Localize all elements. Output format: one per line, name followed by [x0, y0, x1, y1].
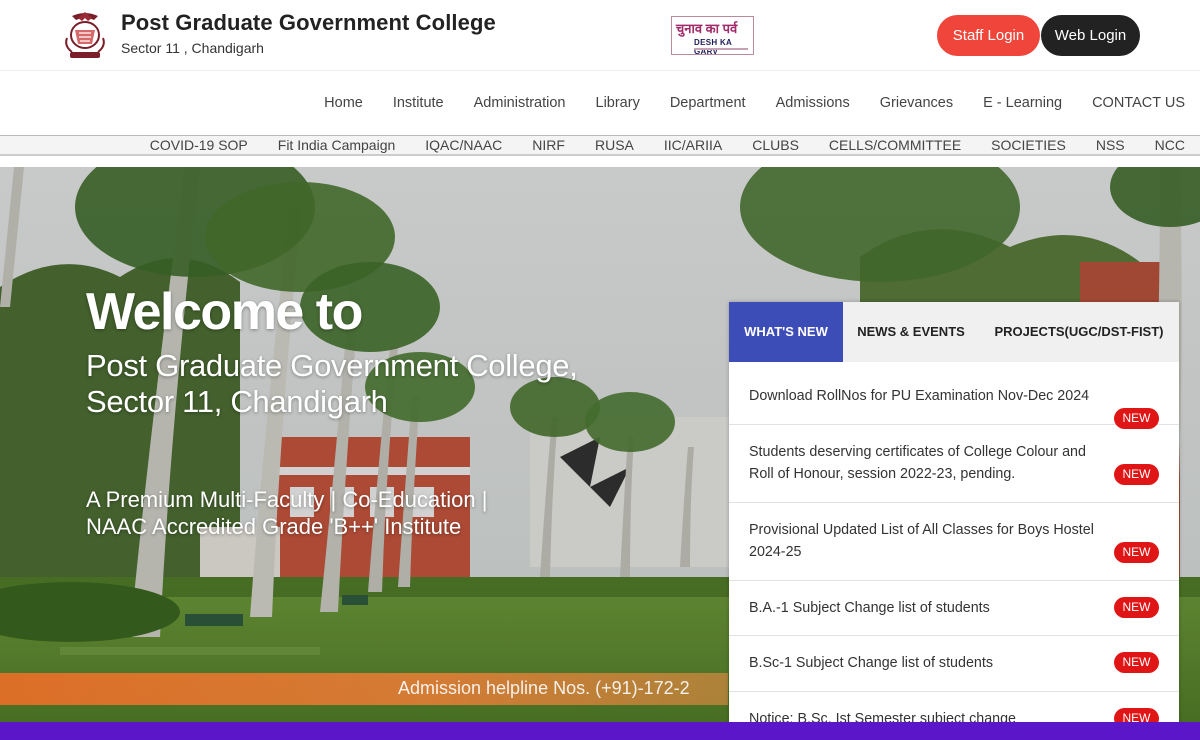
new-badge: NEW [1114, 542, 1159, 563]
election-banner-underline [694, 48, 748, 50]
college-name[interactable]: Post Graduate Government College [121, 10, 496, 36]
helpline-text: Admission helpline Nos. (+91)-172-2 [398, 678, 690, 698]
nav-item-administration[interactable]: Administration [474, 95, 566, 111]
new-badge: NEW [1114, 597, 1159, 618]
nav-item-home[interactable]: Home [324, 95, 363, 111]
election-banner-hindi: चुनाव का पर्व [676, 21, 738, 36]
new-badge: NEW [1114, 652, 1159, 673]
nav-item-library[interactable]: Library [596, 95, 640, 111]
hero-title-line1: Post Graduate Government College, [86, 348, 578, 383]
nav-item-institute[interactable]: Institute [393, 95, 444, 111]
subnav-item-covid-sop[interactable]: COVID-19 SOP [150, 137, 248, 153]
news-item[interactable]: Download RollNos for PU Examination Nov-… [729, 364, 1179, 429]
news-item[interactable]: B.A.-1 Subject Change list of students N… [729, 581, 1179, 636]
news-item-text[interactable]: B.Sc-1 Subject Change list of students [749, 636, 1159, 674]
news-item[interactable]: Students deserving certificates of Colle… [729, 425, 1179, 503]
subnav-item-nirf[interactable]: NIRF [532, 137, 565, 153]
subnav-item-fit-india[interactable]: Fit India Campaign [278, 137, 396, 153]
new-badge: NEW [1114, 464, 1159, 485]
election-campaign-banner[interactable]: चुनाव का पर्व DESH KA GARV [671, 16, 754, 56]
bottom-accent-bar [0, 722, 1200, 740]
news-item[interactable]: B.Sc-1 Subject Change list of students N… [729, 636, 1179, 692]
subnav-item-iqac-naac[interactable]: IQAC/NAAC [425, 137, 502, 153]
tab-news-events[interactable]: NEWS & EVENTS [843, 302, 979, 362]
hero-title-line2: Sector 11, Chandigarh [86, 384, 388, 419]
hero-tagline-line2: NAAC Accredited Grade 'B++' Institute [86, 514, 462, 539]
news-panel: WHAT'S NEW NEWS & EVENTS PROJECTS(UGC/DS… [729, 302, 1179, 740]
main-nav: Home Institute Administration Library De… [0, 70, 1200, 136]
hero-welcome-heading: Welcome to [86, 283, 363, 341]
nav-item-contact-us[interactable]: CONTACT US [1092, 95, 1185, 111]
nav-item-grievances[interactable]: Grievances [880, 95, 953, 111]
tab-whats-new[interactable]: WHAT'S NEW [729, 302, 843, 362]
top-header: Post Graduate Government College Sector … [0, 0, 1200, 70]
news-item[interactable]: Provisional Updated List of All Classes … [729, 503, 1179, 581]
college-logo-icon[interactable] [58, 8, 112, 62]
subnav-item-societies[interactable]: SOCIETIES [991, 137, 1066, 153]
subnav-item-nss[interactable]: NSS [1096, 137, 1125, 153]
hero-tagline-line1: A Premium Multi-Faculty | Co-Education | [86, 487, 488, 512]
subnav-item-ncc[interactable]: NCC [1155, 137, 1185, 153]
hero-college-title: Post Graduate Government College, Sector… [86, 348, 646, 420]
page: Post Graduate Government College Sector … [0, 0, 1200, 740]
staff-login-button[interactable]: Staff Login [937, 15, 1040, 56]
nav-item-admissions[interactable]: Admissions [776, 95, 850, 111]
admission-helpline-ticker: Admission helpline Nos. (+91)-172-2 [0, 673, 728, 705]
news-item-text[interactable]: Download RollNos for PU Examination Nov-… [749, 364, 1159, 407]
tab-projects[interactable]: PROJECTS(UGC/DST-FIST) [979, 302, 1179, 362]
nav-item-e-learning[interactable]: E - Learning [983, 95, 1062, 111]
news-list: Download RollNos for PU Examination Nov-… [729, 364, 1179, 740]
hero-tagline: A Premium Multi-Faculty | Co-Education |… [86, 486, 646, 540]
subnav-item-clubs[interactable]: CLUBS [752, 137, 799, 153]
election-banner-english: DESH KA GARV [694, 38, 732, 56]
web-login-button[interactable]: Web Login [1041, 15, 1140, 56]
news-item-text[interactable]: B.A.-1 Subject Change list of students [749, 581, 1159, 619]
news-item-text[interactable]: Students deserving certificates of Colle… [749, 425, 1159, 485]
subnav-item-cells-committee[interactable]: CELLS/COMMITTEE [829, 137, 961, 153]
nav-item-department[interactable]: Department [670, 95, 746, 111]
subnav-item-iic-ariia[interactable]: IIC/ARIIA [664, 137, 722, 153]
college-location: Sector 11 , Chandigarh [121, 40, 264, 56]
news-item-text[interactable]: Provisional Updated List of All Classes … [749, 503, 1159, 563]
subnav-item-rusa[interactable]: RUSA [595, 137, 634, 153]
news-tabs: WHAT'S NEW NEWS & EVENTS PROJECTS(UGC/DS… [729, 302, 1179, 362]
sub-nav: COVID-19 SOP Fit India Campaign IQAC/NAA… [0, 135, 1200, 156]
